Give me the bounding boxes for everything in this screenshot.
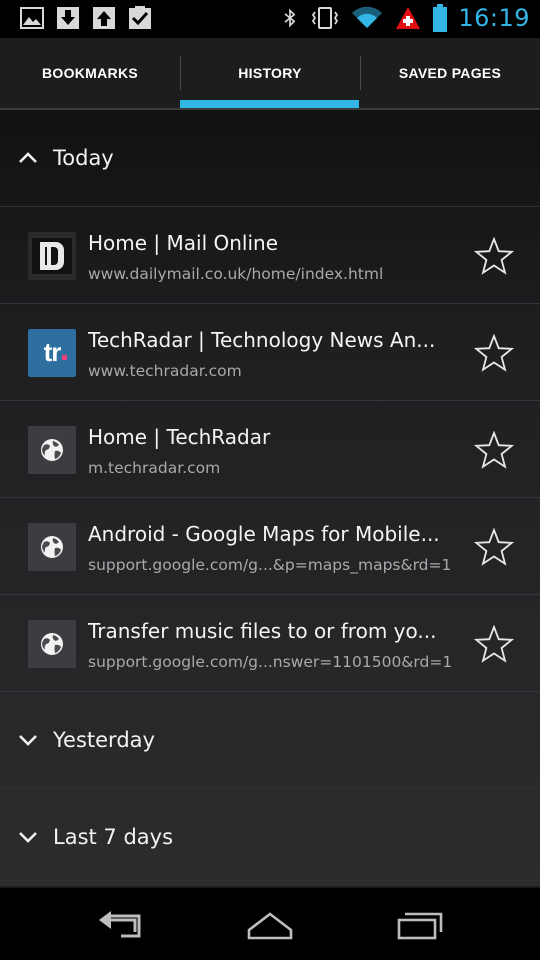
tab-saved-pages[interactable]: SAVED PAGES xyxy=(360,38,540,108)
history-item-title: Android - Google Maps for Mobile... xyxy=(88,522,440,546)
globe-icon xyxy=(28,523,76,571)
alert-icon xyxy=(396,7,421,29)
history-item-url: m.techradar.com xyxy=(88,459,221,477)
star-icon[interactable] xyxy=(474,334,514,372)
star-icon[interactable] xyxy=(474,431,514,469)
star-icon[interactable] xyxy=(474,237,514,275)
history-item-title: Home | TechRadar xyxy=(88,425,271,449)
group-label: Yesterday xyxy=(53,728,155,752)
chevron-down-icon xyxy=(19,832,37,843)
gallery-icon xyxy=(20,7,44,29)
download-icon xyxy=(57,7,79,29)
upload-icon xyxy=(93,7,115,29)
history-item-title: Home | Mail Online xyxy=(88,231,279,255)
history-item-url: support.google.com/g...nswer=1101500&rd=… xyxy=(88,653,453,671)
home-icon[interactable] xyxy=(245,908,295,942)
group-header-last-7-days[interactable]: Last 7 days xyxy=(0,789,540,886)
clipboard-check-icon xyxy=(129,6,151,29)
tab-history[interactable]: HISTORY xyxy=(180,38,360,108)
globe-icon xyxy=(28,620,76,668)
history-item-url: www.dailymail.co.uk/home/index.html xyxy=(88,265,384,283)
history-item-title: TechRadar | Technology News An... xyxy=(88,328,436,352)
history-item-title: Transfer music files to or from yo... xyxy=(88,619,437,643)
group-label: Last 7 days xyxy=(53,825,174,849)
star-icon[interactable] xyxy=(474,528,514,566)
navigation-bar xyxy=(0,886,540,960)
star-icon[interactable] xyxy=(474,625,514,663)
globe-icon xyxy=(28,426,76,474)
recent-apps-icon[interactable] xyxy=(395,908,445,942)
tab-bookmarks[interactable]: BOOKMARKS xyxy=(0,38,180,108)
status-bar: 16:19 xyxy=(0,0,540,38)
history-item[interactable]: tr TechRadar | Technology News An... www… xyxy=(0,304,540,401)
bluetooth-icon xyxy=(284,8,296,28)
history-item-url: www.techradar.com xyxy=(88,362,242,380)
group-header-yesterday[interactable]: Yesterday xyxy=(0,692,540,789)
history-item[interactable]: Home | Mail Online www.dailymail.co.uk/h… xyxy=(0,207,540,304)
history-list: Today Home | Mail Online www.dailymail.c… xyxy=(0,110,540,886)
techradar-favicon: tr xyxy=(28,329,76,377)
history-item[interactable]: Home | TechRadar m.techradar.com xyxy=(0,401,540,498)
history-item-url: support.google.com/g...&p=maps_maps&rd=1 xyxy=(88,556,452,574)
chevron-up-icon xyxy=(19,152,37,163)
selected-tab-indicator xyxy=(180,100,359,108)
vibrate-icon xyxy=(312,7,339,29)
group-label: Today xyxy=(53,146,114,170)
tab-bar: BOOKMARKS HISTORY SAVED PAGES xyxy=(0,38,540,110)
group-header-today[interactable]: Today xyxy=(0,110,540,207)
wifi-icon xyxy=(352,6,383,29)
chevron-down-icon xyxy=(19,735,37,746)
battery-icon xyxy=(433,4,448,32)
clock: 16:19 xyxy=(458,4,530,32)
back-icon[interactable] xyxy=(95,908,145,942)
history-item[interactable]: Transfer music files to or from yo... su… xyxy=(0,595,540,692)
history-item[interactable]: Android - Google Maps for Mobile... supp… xyxy=(0,498,540,595)
dailymail-favicon xyxy=(28,232,76,280)
techradar-logo-text: tr xyxy=(34,335,70,371)
